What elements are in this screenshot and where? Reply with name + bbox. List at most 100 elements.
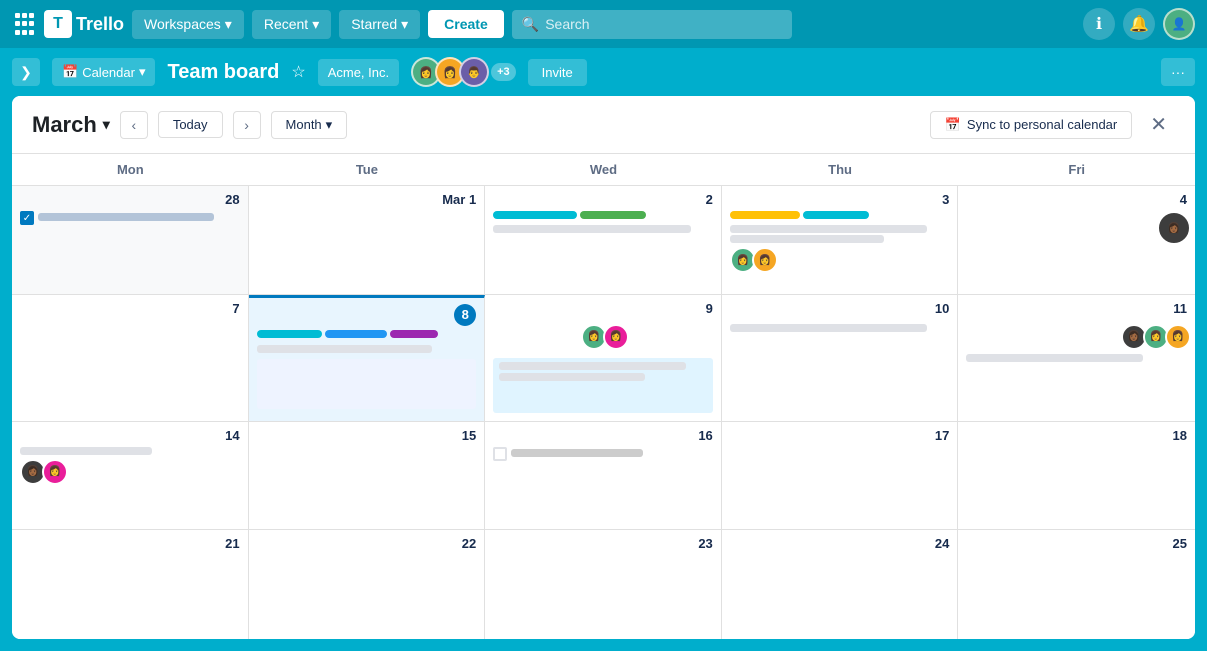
- calendar-day-mar16[interactable]: 16: [485, 422, 722, 530]
- event-label: [730, 324, 928, 332]
- event-avatar: 👩: [1165, 324, 1191, 350]
- extra-members-badge: +3: [491, 63, 516, 81]
- month-dropdown-icon: ▾: [103, 116, 110, 133]
- day-number: Mar 1: [257, 192, 477, 207]
- sidebar-collapse-button[interactable]: ❯: [12, 58, 40, 86]
- calendar-day-mar10[interactable]: 10: [722, 295, 959, 421]
- calendar-week-4: 21 22 23 24 25: [12, 530, 1195, 639]
- event-label: [730, 235, 884, 243]
- checkbox-icon: ✓: [20, 211, 34, 225]
- create-button[interactable]: Create: [428, 10, 504, 38]
- day-number: 9: [493, 301, 713, 316]
- recent-menu[interactable]: Recent ▾: [252, 10, 331, 39]
- day-number: 4: [966, 192, 1187, 207]
- weekday-tue: Tue: [249, 154, 486, 185]
- sync-calendar-button[interactable]: 📅 Sync to personal calendar: [930, 111, 1133, 139]
- event-label: [20, 447, 152, 455]
- calendar-day-mar14[interactable]: 14 👩🏾 👩: [12, 422, 249, 530]
- event-avatar: 👩🏾: [1157, 211, 1191, 245]
- event-bar: [803, 211, 869, 219]
- day-number: 18: [966, 428, 1187, 443]
- calendar-day-mar21[interactable]: 21: [12, 530, 249, 639]
- search-input[interactable]: [545, 16, 782, 32]
- day-number: 23: [493, 536, 713, 551]
- day-number: 22: [257, 536, 477, 551]
- user-avatar[interactable]: 👤: [1163, 8, 1195, 40]
- day-number: 28: [20, 192, 240, 207]
- member-avatar-3[interactable]: 👨: [459, 57, 489, 87]
- prev-month-button[interactable]: ‹: [120, 111, 148, 139]
- calendar-week-1: 28 ✓ Mar 1 2: [12, 186, 1195, 295]
- event-bar: [325, 330, 386, 338]
- event-bg: [493, 358, 713, 413]
- view-selector[interactable]: 📅 Calendar ▾: [52, 58, 155, 86]
- calendar-week-2: 7 8 9: [12, 295, 1195, 422]
- sub-navigation: ❯ 📅 Calendar ▾ Team board ☆ Acme, Inc. 👩…: [0, 48, 1207, 96]
- next-month-button[interactable]: ›: [233, 111, 261, 139]
- calendar-day-mar7[interactable]: 7: [12, 295, 249, 421]
- event-bar: [730, 211, 800, 219]
- day-number: 3: [730, 192, 950, 207]
- calendar-day-mar25[interactable]: 25: [958, 530, 1195, 639]
- member-avatars: 👩 👩 👨 +3: [411, 57, 516, 87]
- weekday-headers: Mon Tue Wed Thu Fri: [12, 154, 1195, 186]
- notification-button[interactable]: 🔔: [1123, 8, 1155, 40]
- calendar-week-3: 14 👩🏾 👩 15 16: [12, 422, 1195, 531]
- day-number: 2: [493, 192, 713, 207]
- view-mode-button[interactable]: Month ▾: [271, 111, 348, 139]
- calendar-day-mar11[interactable]: 11 👩🏾 👩 👩: [958, 295, 1195, 421]
- today-button[interactable]: Today: [158, 111, 223, 138]
- top-navigation: T Trello Workspaces ▾ Recent ▾ Starred ▾…: [0, 0, 1207, 48]
- event-avatars: 👩 👩: [493, 324, 713, 350]
- board-title: Team board: [167, 61, 279, 84]
- day-number: 16: [493, 428, 713, 443]
- star-button[interactable]: ☆: [291, 62, 305, 82]
- calendar-body: 28 ✓ Mar 1 2: [12, 186, 1195, 639]
- event-label: [730, 225, 928, 233]
- nav-right-actions: ℹ 🔔 👤: [1083, 8, 1195, 40]
- day-number: 10: [730, 301, 950, 316]
- event-label: [257, 345, 433, 353]
- checkbox-unchecked-icon: [493, 447, 507, 461]
- search-icon: 🔍: [522, 16, 539, 33]
- close-calendar-button[interactable]: ✕: [1142, 108, 1175, 141]
- view-mode-dropdown-icon: ▾: [326, 117, 333, 133]
- event-label: [499, 373, 644, 381]
- workspaces-menu[interactable]: Workspaces ▾: [132, 10, 244, 39]
- calendar-grid: Mon Tue Wed Thu Fri 28 ✓ Mar 1: [12, 154, 1195, 639]
- calendar-day-mar2[interactable]: 2: [485, 186, 722, 294]
- calendar-day-mar24[interactable]: 24: [722, 530, 959, 639]
- calendar-day-mar18[interactable]: 18: [958, 422, 1195, 530]
- event-bar: [580, 211, 646, 219]
- task-label: [38, 213, 214, 221]
- event-avatar: 👩: [603, 324, 629, 350]
- event-avatars: 👩🏾 👩 👩: [966, 324, 1187, 350]
- calendar-day-mar22[interactable]: 22: [249, 530, 486, 639]
- invite-button[interactable]: Invite: [528, 59, 587, 86]
- more-options-button[interactable]: ···: [1161, 58, 1195, 86]
- calendar-day-mar23[interactable]: 23: [485, 530, 722, 639]
- workspace-button[interactable]: Acme, Inc.: [318, 59, 399, 86]
- calendar-day-mar1[interactable]: Mar 1: [249, 186, 486, 294]
- event-bar: [257, 330, 323, 338]
- calendar-day-mar8[interactable]: 8: [249, 295, 486, 421]
- calendar-day-mar17[interactable]: 17: [722, 422, 959, 530]
- day-number: 8: [257, 304, 477, 326]
- day-number: 15: [257, 428, 477, 443]
- event-label: [499, 362, 686, 370]
- calendar-day-mar15[interactable]: 15: [249, 422, 486, 530]
- event-avatar: 👩: [752, 247, 778, 273]
- event-avatars: 👩🏾 👩: [20, 459, 240, 485]
- info-button[interactable]: ℹ: [1083, 8, 1115, 40]
- task-label: [511, 449, 643, 457]
- search-bar[interactable]: 🔍: [512, 10, 792, 39]
- grid-menu-icon[interactable]: [12, 12, 36, 36]
- calendar-day-feb28[interactable]: 28 ✓: [12, 186, 249, 294]
- starred-menu[interactable]: Starred ▾: [339, 10, 420, 39]
- weekday-wed: Wed: [485, 154, 722, 185]
- calendar-day-mar9[interactable]: 9 👩 👩: [485, 295, 722, 421]
- trello-logo[interactable]: T Trello: [44, 10, 124, 38]
- calendar-day-mar3[interactable]: 3 👩 👩: [722, 186, 959, 294]
- event-bg-item: [257, 359, 477, 409]
- calendar-day-mar4[interactable]: 4 👩🏾: [958, 186, 1195, 294]
